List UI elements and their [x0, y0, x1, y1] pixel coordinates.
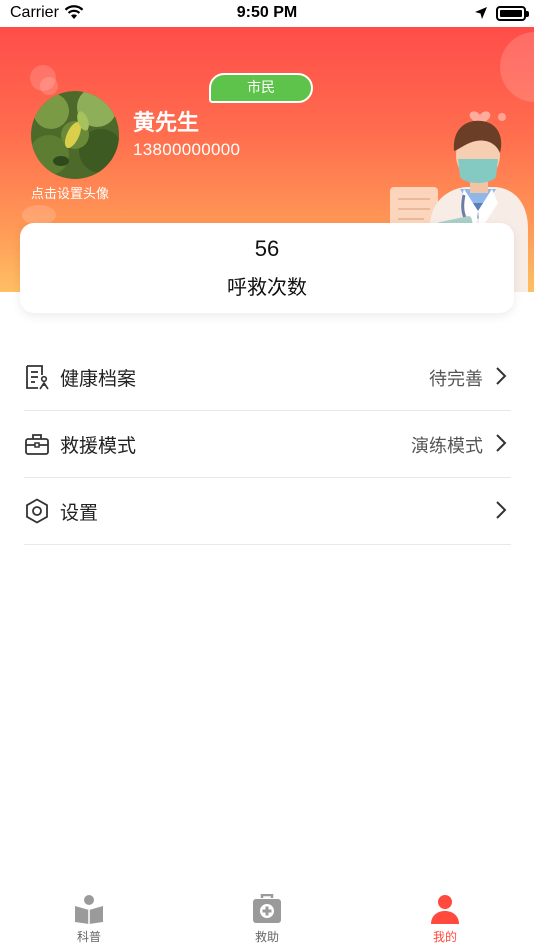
tab-science[interactable]: 科普 [49, 894, 129, 945]
settings-menu: 健康档案 待完善 救援模式 演练模式 设置 [24, 344, 511, 545]
clock: 9:50 PM [236, 4, 298, 21]
menu-item-label: 健康档案 [60, 368, 137, 390]
rescue-count: 56 [254, 236, 280, 261]
tab-label: 救助 [254, 930, 279, 944]
bottom-tab-bar: 科普 救助 我的 [0, 882, 534, 950]
tab-rescue[interactable]: 救助 [227, 894, 307, 945]
location-arrow-icon [475, 7, 487, 19]
menu-item-health-record[interactable]: 健康档案 待完善 [24, 344, 511, 411]
toolbox-icon [25, 434, 49, 455]
decor-bubble [40, 77, 58, 95]
tab-label: 科普 [76, 930, 101, 944]
status-bar: Carrier 9:50 PM [0, 0, 534, 27]
person-icon [431, 895, 459, 924]
avatar[interactable] [31, 91, 119, 179]
decor-bubble [22, 205, 56, 225]
menu-item-rescue-mode[interactable]: 救援模式 演练模式 [24, 411, 511, 478]
health-record-icon [26, 365, 49, 390]
avatar-hint-label[interactable]: 点击设置头像 [31, 183, 109, 202]
user-phone: 13800000000 [133, 140, 241, 159]
menu-item-value: 待完善 [429, 369, 483, 390]
battery-icon [496, 6, 529, 21]
rescue-count-label: 呼救次数 [227, 275, 307, 299]
tab-label: 我的 [432, 930, 457, 944]
user-name: 黄先生 [133, 111, 200, 136]
menu-item-value: 演练模式 [411, 436, 483, 457]
role-badge: 市民 [209, 73, 313, 103]
reading-person-icon [75, 895, 103, 924]
hexagon-settings-icon [26, 498, 48, 524]
decor-bubble [500, 32, 534, 102]
chevron-right-icon [496, 434, 507, 452]
chevron-right-icon [496, 501, 507, 519]
menu-item-settings[interactable]: 设置 [24, 478, 511, 545]
rescue-stats-card: 56 呼救次数 [20, 223, 514, 313]
avatar-photo [31, 91, 119, 179]
tab-mine[interactable]: 我的 [405, 894, 485, 945]
menu-item-label: 救援模式 [60, 435, 137, 457]
chevron-right-icon [496, 367, 507, 385]
first-aid-kit-icon [253, 894, 281, 923]
menu-item-label: 设置 [60, 502, 99, 524]
